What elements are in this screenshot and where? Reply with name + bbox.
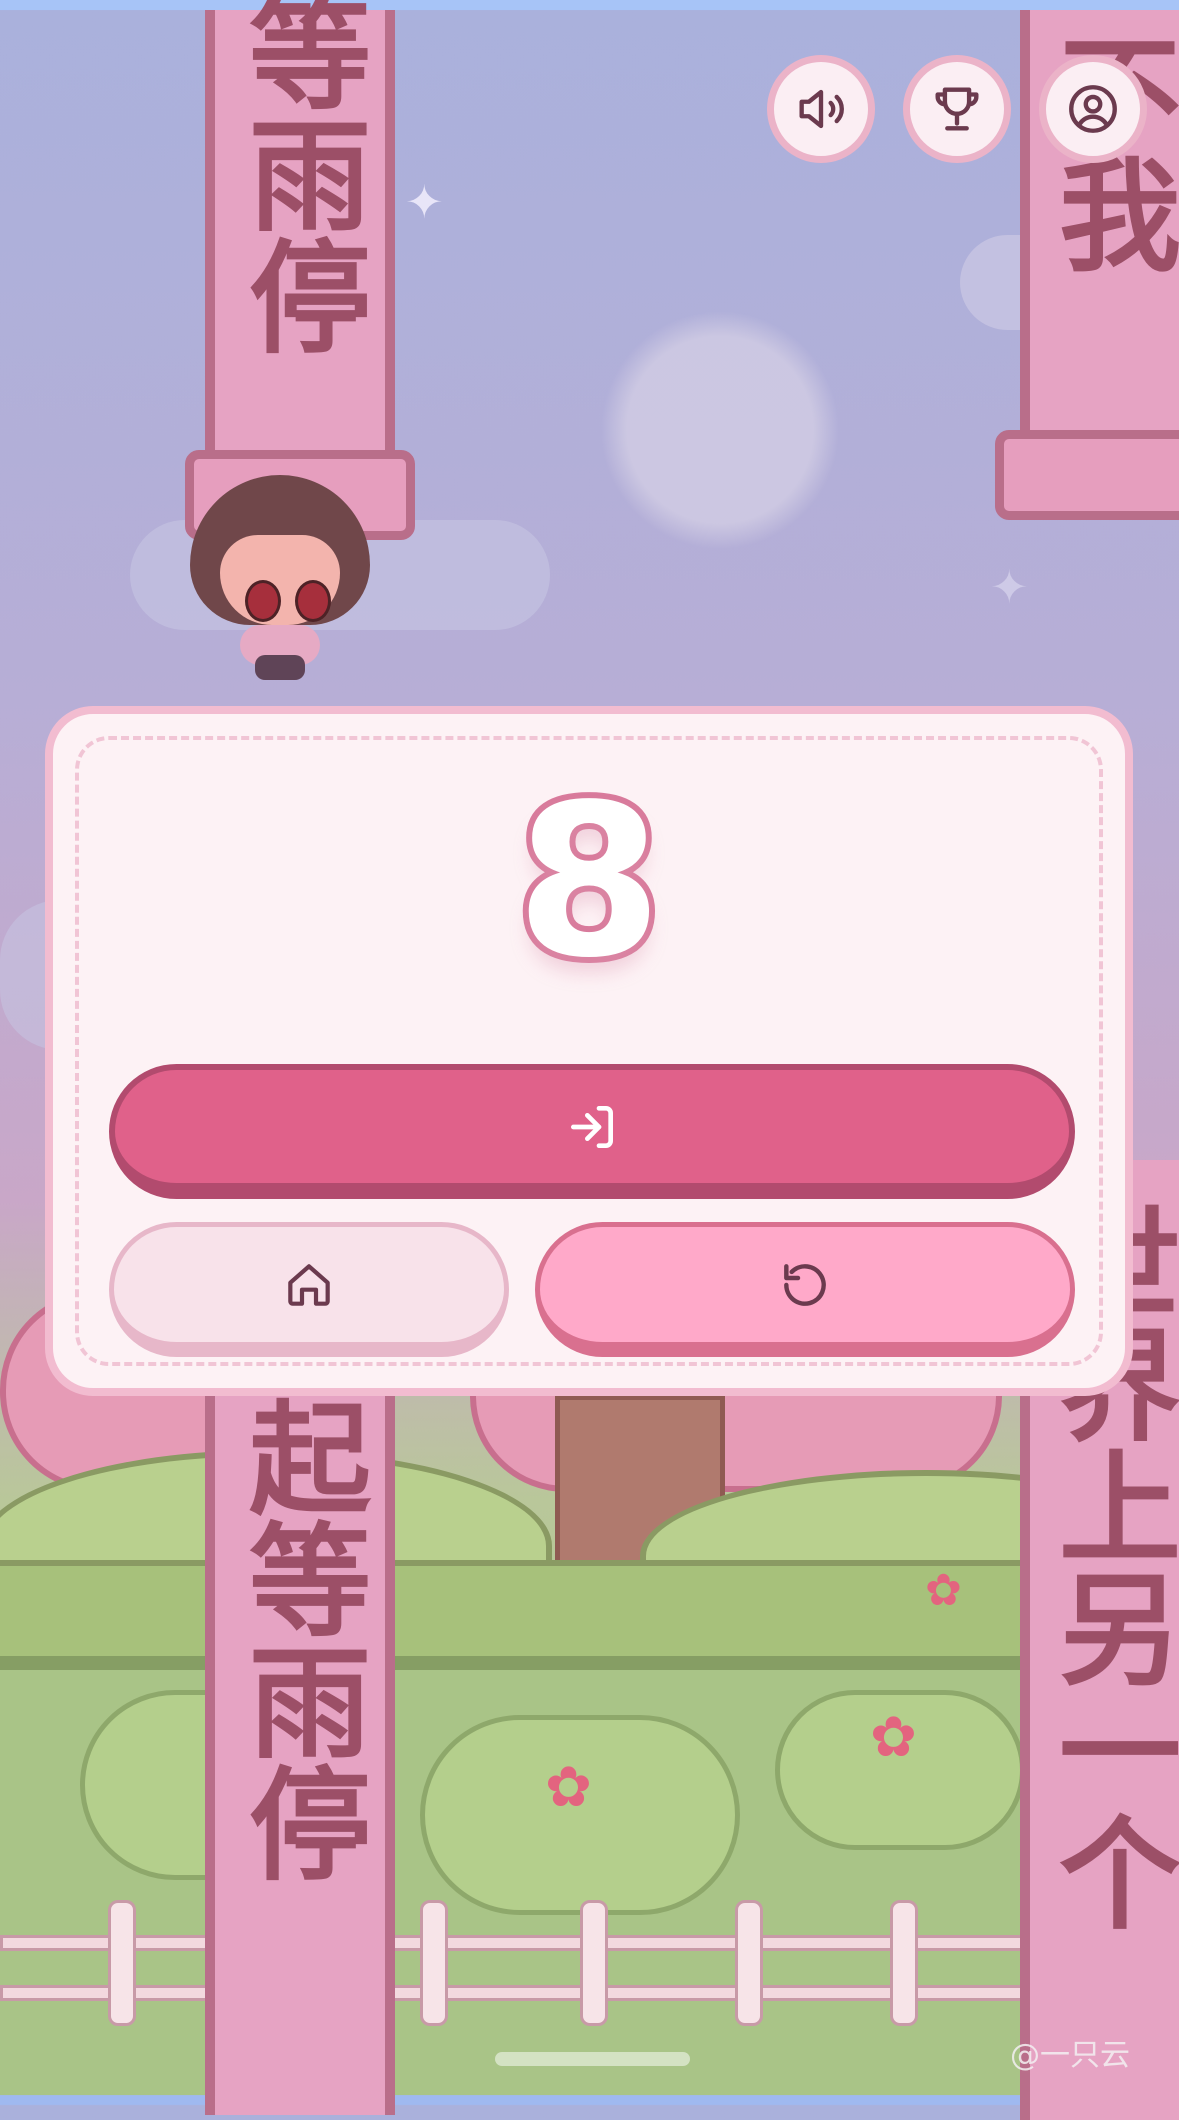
character-eye — [295, 580, 331, 622]
game-over-panel: 8 — [45, 706, 1133, 1396]
player-character — [190, 475, 370, 685]
character-eye — [245, 580, 281, 622]
home-indicator — [495, 2052, 690, 2066]
sparkle-icon: ✦ — [990, 560, 1029, 614]
character-legs — [255, 655, 305, 680]
restart-button[interactable] — [535, 1222, 1075, 1357]
trophy-icon — [928, 80, 986, 138]
sound-button[interactable] — [767, 55, 875, 163]
restart-icon — [777, 1257, 833, 1313]
user-icon — [1064, 80, 1122, 138]
background-sun — [600, 310, 840, 550]
profile-button[interactable] — [1039, 55, 1147, 163]
login-icon — [564, 1099, 620, 1155]
fence-post — [735, 1900, 763, 2026]
sparkle-icon: ✦ — [405, 175, 444, 229]
pillar-cap — [995, 430, 1179, 520]
fence-post — [420, 1900, 448, 2026]
fence-post — [580, 1900, 608, 2026]
pillar-bottom-left: 起等雨停 — [205, 1395, 395, 2115]
fence-post — [108, 1900, 136, 2026]
home-icon — [281, 1257, 337, 1313]
pillar-text: 等雨停 — [223, 0, 378, 356]
home-button[interactable] — [109, 1222, 509, 1357]
watermark: @一只云 — [1010, 2030, 1130, 2074]
status-strip — [0, 0, 1179, 10]
final-score: 8 — [53, 772, 1125, 992]
grass-band — [0, 1560, 1179, 1678]
pillar-top-left: 等雨停 — [205, 10, 395, 450]
pillar-text: 起等雨停 — [223, 1395, 378, 1883]
fence-post — [890, 1900, 918, 2026]
flower-icon: ✿ — [545, 1755, 592, 1820]
flower-icon: ✿ — [925, 1565, 962, 1616]
flower-icon: ✿ — [870, 1705, 917, 1770]
submit-score-button[interactable] — [109, 1064, 1075, 1199]
leaderboard-button[interactable] — [903, 55, 1011, 163]
speaker-icon — [792, 80, 850, 138]
